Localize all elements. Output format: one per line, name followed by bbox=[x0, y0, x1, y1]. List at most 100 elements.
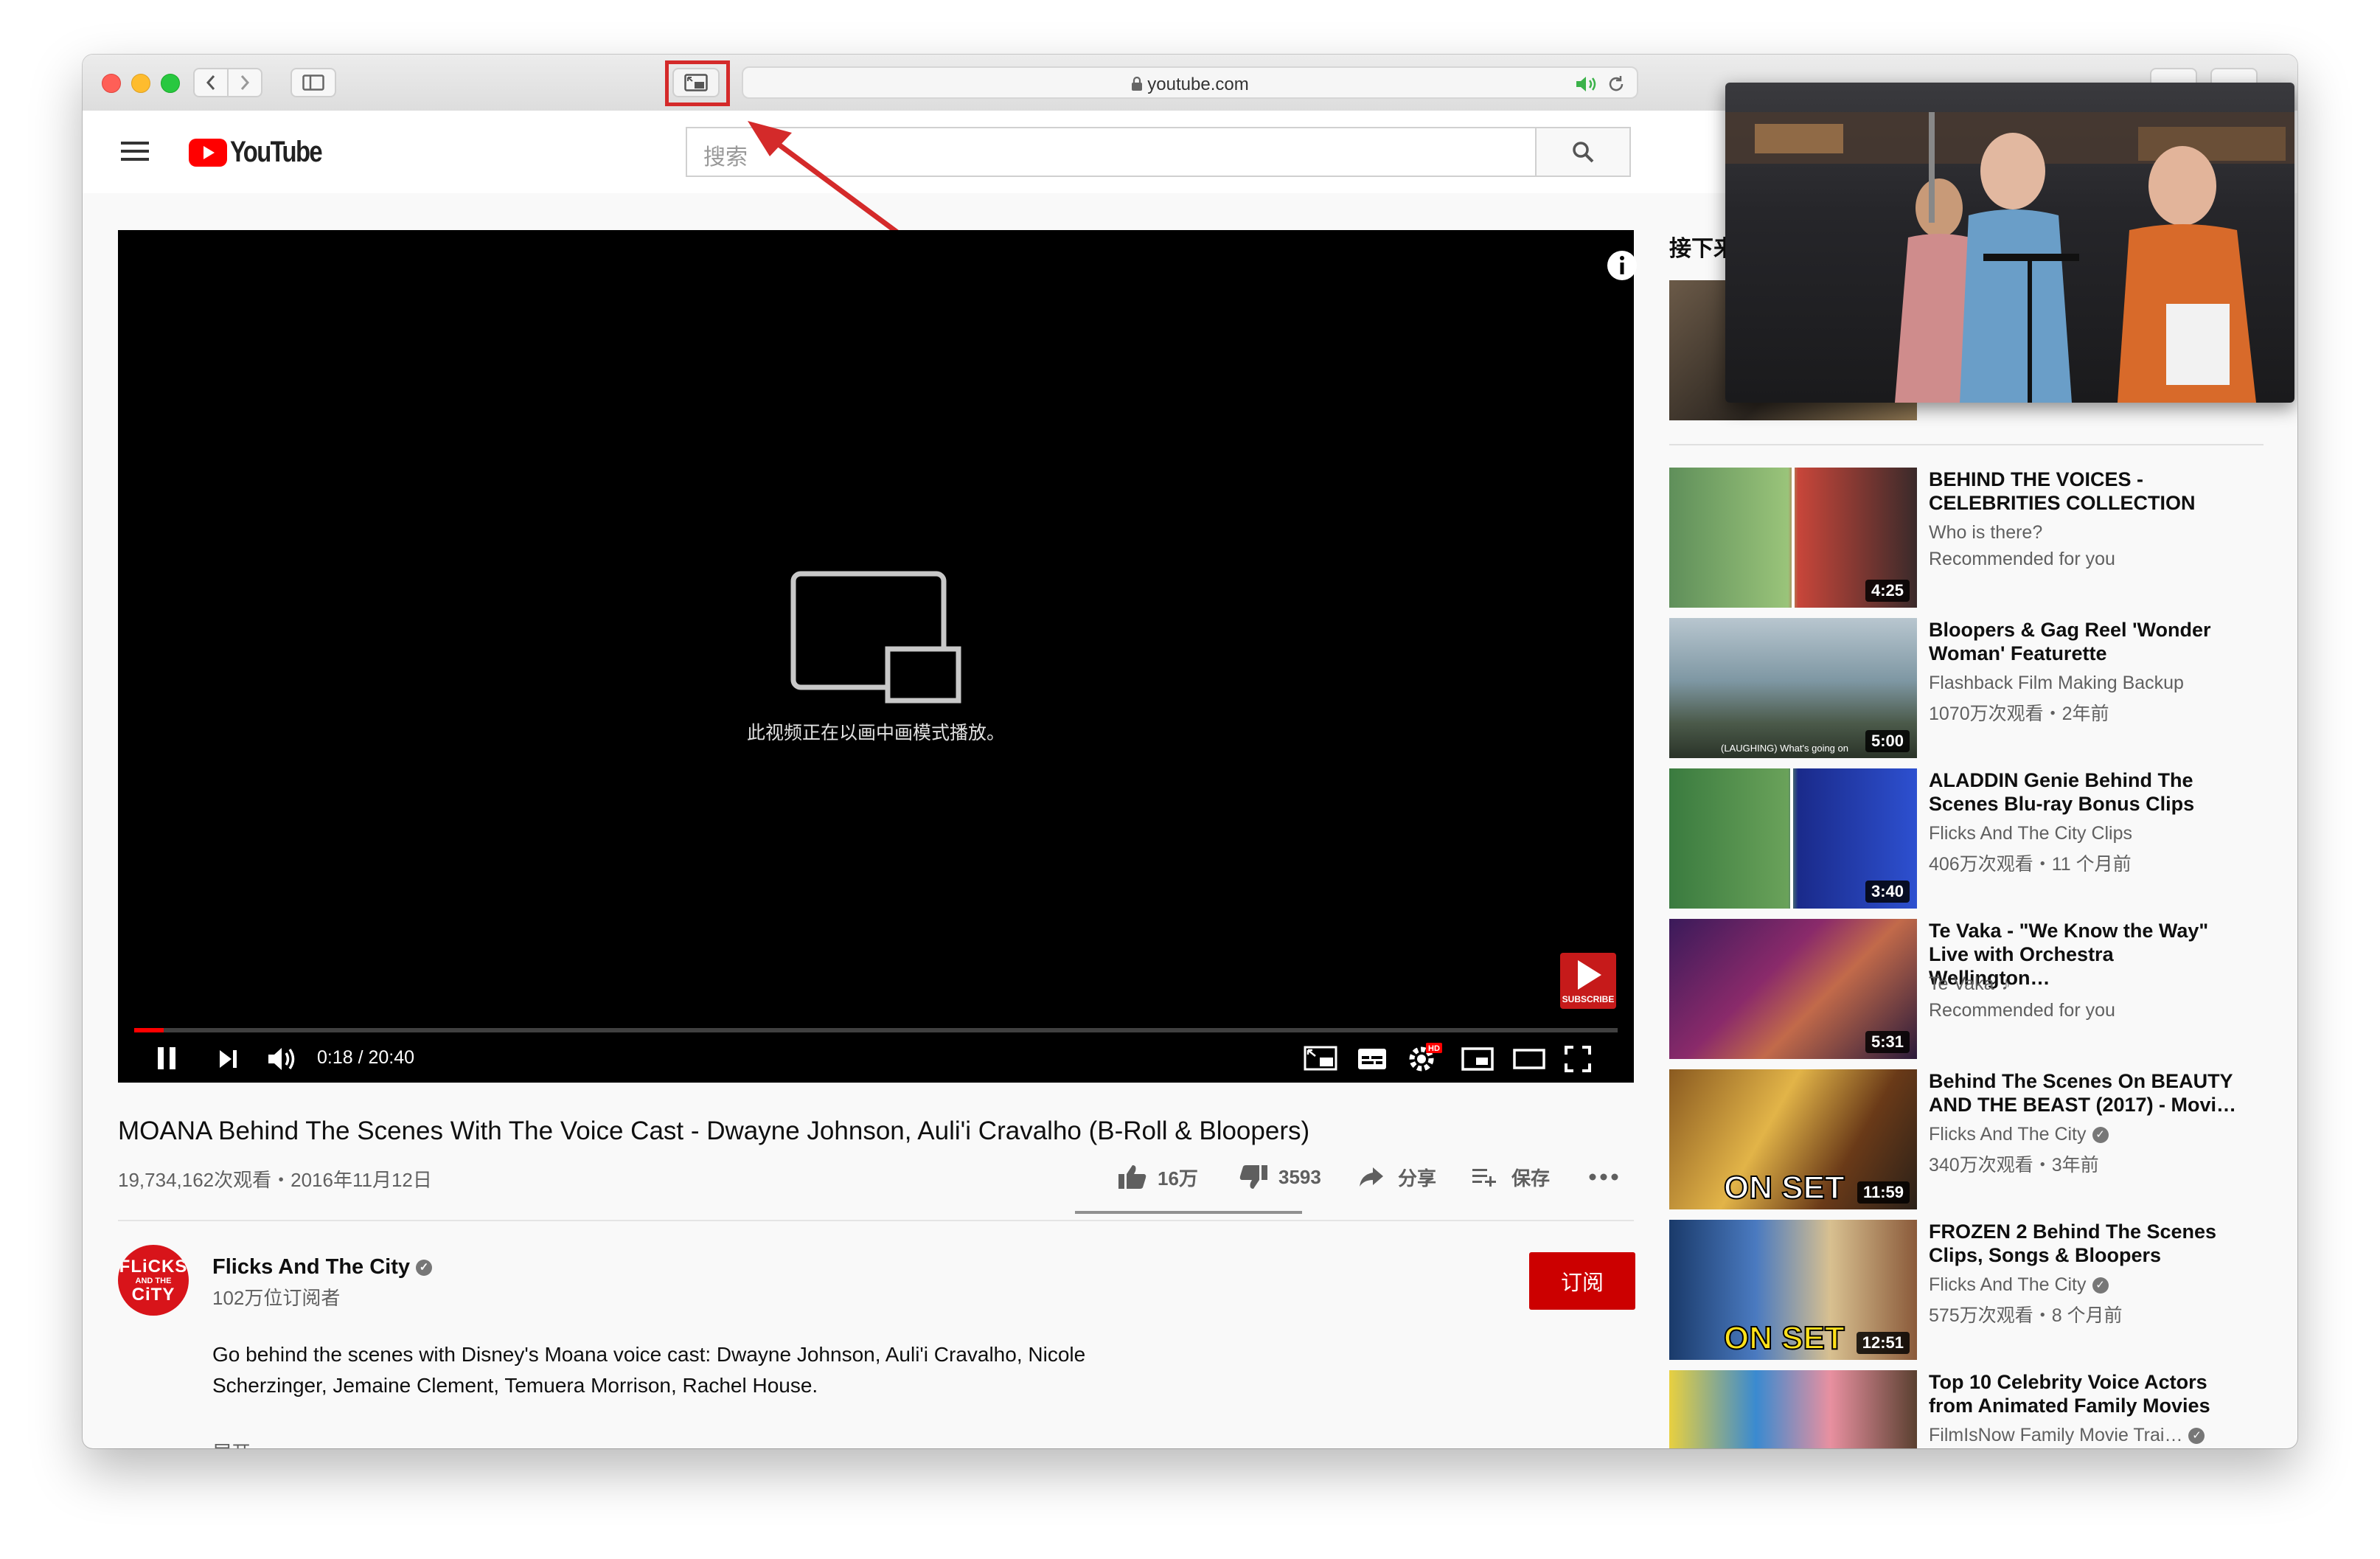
duration-badge: 4:25 bbox=[1865, 580, 1910, 602]
share-button[interactable]: 分享 bbox=[1358, 1162, 1436, 1192]
minimize-window-button[interactable] bbox=[131, 74, 150, 93]
video-thumbnail: ON SET 12:51 bbox=[1669, 1220, 1917, 1360]
video-meta: Recommended for you bbox=[1929, 1000, 2115, 1021]
pause-icon[interactable] bbox=[156, 1046, 178, 1071]
miniplayer-icon[interactable] bbox=[1304, 1046, 1337, 1072]
verified-check-icon: ✓ bbox=[2188, 1428, 2205, 1445]
video-thumbnail: 4:25 bbox=[1669, 468, 1917, 608]
back-button[interactable] bbox=[193, 68, 229, 97]
subscribe-watermark-badge[interactable]: SUBSCRIBE bbox=[1560, 953, 1616, 1009]
video-meta: 575万次观看・8 个月前 bbox=[1929, 1305, 2123, 1326]
more-actions-icon[interactable] bbox=[1588, 1173, 1619, 1181]
info-icon[interactable] bbox=[1606, 249, 1638, 282]
dislike-count: 3593 bbox=[1278, 1165, 1321, 1188]
list-item[interactable]: Top 10 Celebrity Voice Actors from Anima… bbox=[1669, 1370, 2297, 1448]
channel-name: Flashback Film Making Backup bbox=[1929, 673, 2184, 693]
dislike-button[interactable]: 3593 bbox=[1239, 1162, 1321, 1192]
speaker-playing-icon[interactable] bbox=[1575, 75, 1600, 93]
verified-check-icon: ✓ bbox=[416, 1260, 433, 1277]
zoom-window-button[interactable] bbox=[161, 74, 180, 93]
video-thumbnail: 3:40 bbox=[1669, 768, 1917, 909]
playlist-add-icon bbox=[1472, 1169, 1496, 1187]
youtube-logo[interactable]: YouTube bbox=[189, 136, 341, 169]
channel-avatar[interactable]: FLiCKS AND THE CiTY bbox=[118, 1245, 189, 1316]
share-arrow-icon bbox=[1360, 1167, 1383, 1187]
show-more-link[interactable]: 展开 bbox=[212, 1438, 251, 1448]
video-thumbnail bbox=[1669, 1370, 1917, 1448]
list-item[interactable]: 3:40 ALADDIN Genie Behind The Scenes Blu… bbox=[1669, 768, 2297, 909]
hd-badge: HD bbox=[1428, 1044, 1440, 1053]
channel-name: Te Vaka ♪ bbox=[1929, 973, 2268, 995]
forward-button[interactable] bbox=[227, 68, 262, 97]
divider bbox=[1669, 444, 2264, 445]
channel-name-text: FilmIsNow Family Movie Trai… bbox=[1929, 1425, 2183, 1445]
subscribe-button[interactable]: 订阅 bbox=[1529, 1252, 1635, 1310]
channel-name: Who is there? bbox=[1929, 522, 2043, 543]
list-item[interactable]: ON SET 11:59 Behind The Scenes On BEAUTY… bbox=[1669, 1069, 2297, 1209]
progress-played bbox=[134, 1028, 164, 1032]
video-title: MOANA Behind The Scenes With The Voice C… bbox=[118, 1117, 1310, 1145]
menu-icon[interactable] bbox=[121, 140, 150, 162]
video-meta: 1070万次观看・2年前 bbox=[1929, 704, 2109, 724]
thumbnail-overlay-text: ON SET bbox=[1723, 1169, 1845, 1206]
channel-name[interactable]: Flicks And The City ✓ bbox=[212, 1255, 433, 1280]
verified-check-icon: ✓ bbox=[2092, 1277, 2109, 1294]
pip-placeholder-icon bbox=[790, 571, 961, 704]
volume-icon[interactable] bbox=[267, 1046, 301, 1072]
fullscreen-icon[interactable] bbox=[1565, 1046, 1591, 1072]
list-item[interactable]: (LAUGHING) What's going on 5:00 Bloopers… bbox=[1669, 618, 2297, 758]
channel-name-text: Flicks And The City bbox=[1929, 1274, 2087, 1295]
address-bar[interactable]: youtube.com bbox=[742, 66, 1638, 99]
video-title: Behind The Scenes On BEAUTY AND THE BEAS… bbox=[1929, 1070, 2237, 1116]
youtube-logo-text: YouTube bbox=[230, 136, 323, 168]
save-label: 保存 bbox=[1511, 1167, 1551, 1190]
pip-button-highlight-box bbox=[665, 60, 730, 106]
video-stats: 19,734,162次观看・2016年11月12日 bbox=[118, 1169, 432, 1191]
sidebar-toggle-button[interactable] bbox=[290, 68, 336, 97]
like-ratio-bar bbox=[1075, 1211, 1302, 1214]
theater-mode-icon[interactable] bbox=[1513, 1049, 1545, 1069]
video-title: FROZEN 2 Behind The Scenes Clips, Songs … bbox=[1929, 1221, 2217, 1266]
share-label: 分享 bbox=[1398, 1167, 1437, 1190]
video-player[interactable]: 此视频正在以画中画模式播放。 SUBSCRIBE 0:18 / 20:40 HD bbox=[118, 230, 1637, 1083]
next-video-icon[interactable] bbox=[218, 1049, 240, 1069]
search-button[interactable] bbox=[1537, 127, 1631, 177]
subscriber-count: 102万位订阅者 bbox=[212, 1287, 341, 1309]
video-meta: 406万次观看・11 个月前 bbox=[1929, 854, 2132, 875]
captions-icon[interactable] bbox=[1357, 1047, 1388, 1071]
duration-badge: 3:40 bbox=[1865, 881, 1910, 903]
duration-badge: 5:31 bbox=[1865, 1031, 1910, 1053]
description-line1: Go behind the scenes with Disney's Moana… bbox=[212, 1343, 1086, 1366]
youtube-play-logo-icon bbox=[189, 138, 227, 167]
pip-video-frame bbox=[1725, 112, 2294, 403]
duration-badge: 5:00 bbox=[1865, 730, 1910, 752]
channel-name: FilmIsNow Family Movie Trai… ✓ bbox=[1929, 1425, 2268, 1446]
reload-icon[interactable] bbox=[1606, 74, 1626, 94]
list-item[interactable]: 4:25 BEHIND THE VOICES - CELEBRITIES COL… bbox=[1669, 468, 2297, 608]
close-window-button[interactable] bbox=[102, 74, 121, 93]
verified-check-icon: ✓ bbox=[2092, 1127, 2109, 1144]
chevron-right-icon bbox=[240, 75, 250, 90]
lock-icon bbox=[1132, 76, 1143, 91]
music-note-icon: ♪ bbox=[2001, 973, 2011, 994]
pip-status-message: 此视频正在以画中画模式播放。 bbox=[746, 723, 1005, 743]
description-line2: Scherzinger, Jemaine Clement, Temuera Mo… bbox=[212, 1374, 818, 1397]
thumbs-down-icon bbox=[1239, 1165, 1267, 1189]
progress-bar[interactable] bbox=[134, 1028, 1618, 1032]
like-count: 16万 bbox=[1158, 1167, 1198, 1190]
settings-gear-icon[interactable]: HD bbox=[1407, 1041, 1442, 1074]
list-item[interactable]: ON SET 12:51 FROZEN 2 Behind The Scenes … bbox=[1669, 1220, 2297, 1360]
pip-floating-window[interactable] bbox=[1725, 83, 2294, 403]
save-button[interactable]: 保存 bbox=[1472, 1162, 1550, 1192]
list-item[interactable]: 5:31 Te Vaka - "We Know the Way" Live wi… bbox=[1669, 919, 2297, 1059]
video-meta: Recommended for you bbox=[1929, 549, 2115, 569]
channel-logo-line1: FLiCKS bbox=[119, 1257, 188, 1277]
like-button[interactable]: 16万 bbox=[1118, 1162, 1198, 1192]
video-thumbnail: ON SET 11:59 bbox=[1669, 1069, 1917, 1209]
channel-logo-line3: CiTY bbox=[131, 1285, 175, 1305]
channel-name-text: Te Vaka bbox=[1929, 973, 1994, 994]
miniplayer-mode-icon[interactable] bbox=[1461, 1047, 1494, 1071]
video-thumbnail: (LAUGHING) What's going on 5:00 bbox=[1669, 618, 1917, 758]
thumbnail-split bbox=[1792, 468, 1795, 608]
video-description: Go behind the scenes with Disney's Moana… bbox=[212, 1339, 1085, 1401]
